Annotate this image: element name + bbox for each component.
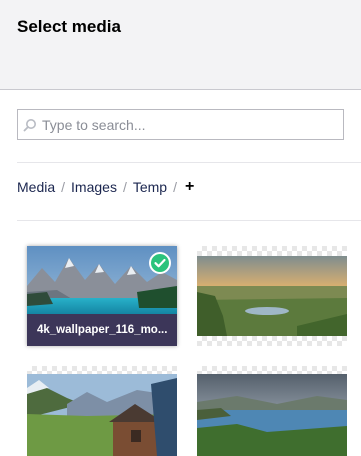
breadcrumb-media[interactable]: Media bbox=[17, 179, 55, 195]
selected-check-icon bbox=[149, 252, 171, 274]
search-input[interactable] bbox=[42, 110, 337, 139]
media-item[interactable] bbox=[197, 246, 347, 346]
breadcrumb-temp[interactable]: Temp bbox=[133, 179, 167, 195]
media-thumbnail bbox=[197, 256, 347, 336]
dialog-header: Select media bbox=[0, 0, 361, 90]
media-item[interactable]: 4k_wallpaper_116_mo... bbox=[27, 246, 177, 346]
breadcrumb-images[interactable]: Images bbox=[71, 179, 117, 195]
search-icon bbox=[23, 119, 36, 132]
divider bbox=[17, 162, 361, 163]
add-folder-button[interactable]: + bbox=[185, 178, 194, 196]
search-box[interactable] bbox=[17, 109, 344, 140]
media-item-label: 4k_wallpaper_116_mo... bbox=[27, 314, 177, 346]
media-item[interactable] bbox=[197, 366, 347, 456]
media-thumbnail bbox=[27, 374, 177, 456]
media-item[interactable] bbox=[27, 366, 177, 456]
breadcrumb-separator: / bbox=[173, 179, 177, 195]
divider bbox=[17, 220, 361, 221]
breadcrumb-separator: / bbox=[122, 179, 127, 195]
breadcrumb-separator: / bbox=[61, 179, 66, 195]
media-thumbnail bbox=[197, 374, 347, 456]
dialog-title: Select media bbox=[17, 17, 121, 36]
breadcrumb: Media / Images / Temp / + bbox=[17, 178, 194, 196]
plus-icon: + bbox=[184, 178, 195, 195]
